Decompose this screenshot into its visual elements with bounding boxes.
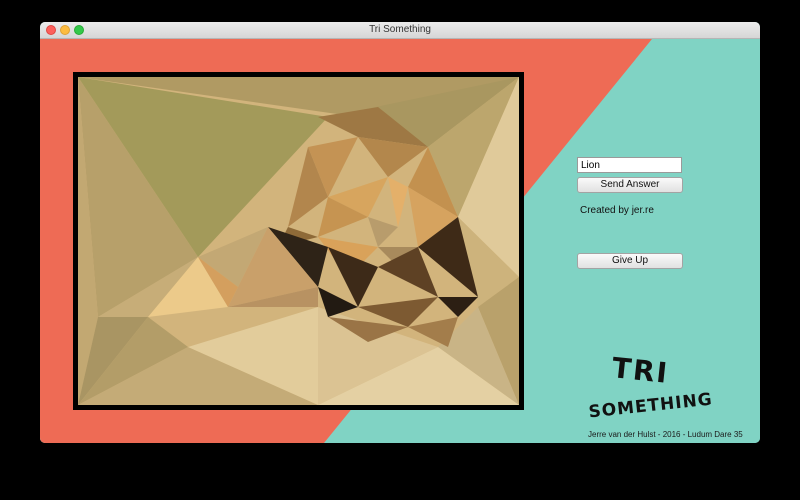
- triangle-puzzle-image: [78, 77, 519, 405]
- window-title: Tri Something: [369, 24, 431, 35]
- app-window: Tri Something Lion Send Answer Created b…: [40, 22, 760, 443]
- answer-input[interactable]: [577, 157, 682, 173]
- send-answer-button[interactable]: Send Answer: [577, 177, 683, 193]
- title-bar[interactable]: Tri Something: [40, 22, 760, 39]
- give-up-button[interactable]: Give Up: [577, 253, 683, 269]
- puzzle-frame: [73, 72, 524, 410]
- credit-text: Created by jer.re: [580, 205, 654, 216]
- logo-line-1: TRI: [610, 351, 670, 390]
- game-logo: TRI SOMETHING: [588, 351, 714, 420]
- footer-credit: Jerre van der Hulst - 2016 - Ludum Dare …: [588, 430, 743, 439]
- logo-line-2: SOMETHING: [588, 390, 714, 420]
